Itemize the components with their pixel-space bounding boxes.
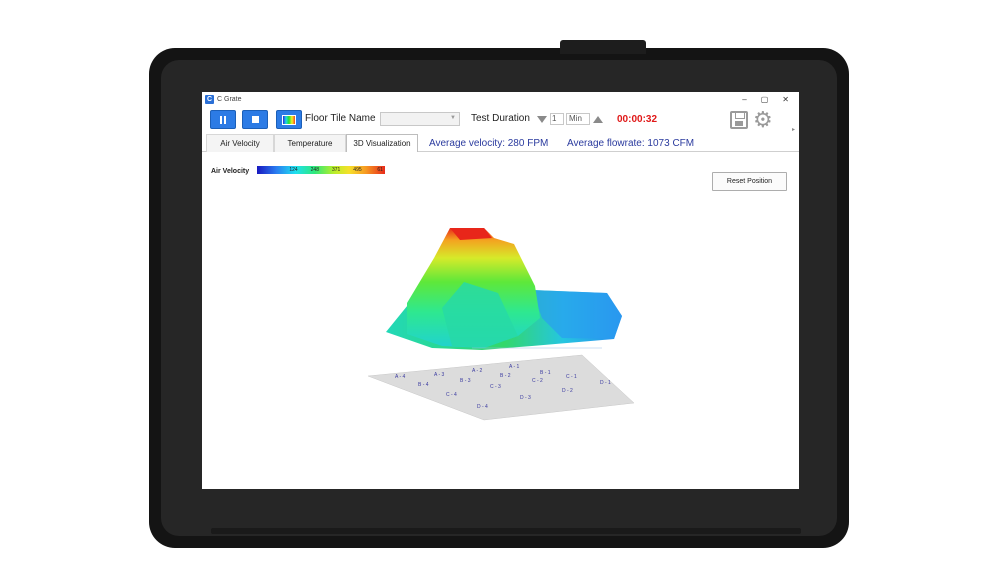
tablet-bottom-edge xyxy=(211,528,801,534)
average-velocity: Average velocity: 280 FPM xyxy=(429,138,549,149)
grid-cell-label: D - 3 xyxy=(520,395,531,401)
grid-cell-label: A - 3 xyxy=(434,372,445,378)
close-button[interactable]: ✕ xyxy=(782,95,789,104)
colorbar-tick: 371 xyxy=(331,167,341,173)
app-title: C Grate xyxy=(217,95,242,103)
app-window: C C Grate – ▢ ✕ Floor Tile Name ▼ Test D… xyxy=(202,92,799,489)
duration-decrease-icon[interactable] xyxy=(537,116,547,123)
velocity-colorbar: 124 248 371 495 61 xyxy=(257,166,385,174)
colorbar-tick: 495 xyxy=(353,167,362,173)
stop-button[interactable] xyxy=(242,110,268,129)
grid-cell-label: A - 4 xyxy=(395,374,406,380)
gear-icon[interactable]: ⚙ xyxy=(753,109,773,131)
toolbar: Floor Tile Name ▼ Test Duration 1 Min 00… xyxy=(202,108,799,133)
test-duration-label: Test Duration xyxy=(471,113,530,124)
3d-visualization-panel[interactable]: A - 1 B - 1 C - 1 D - 1 A - 2 B - 2 C - 2 D - 2… xyxy=(202,158,799,489)
grid-cell-label: D - 4 xyxy=(477,404,488,410)
grid-cell-label: C - 4 xyxy=(446,392,457,398)
save-icon[interactable] xyxy=(730,111,748,129)
grid-cell-label: B - 4 xyxy=(418,382,429,388)
app-logo-icon: C xyxy=(205,94,214,104)
stop-icon xyxy=(251,116,259,123)
tab-3d-visualization[interactable]: 3D Visualization xyxy=(346,134,418,152)
heatmap-icon xyxy=(282,114,296,125)
grid-cell-label: C - 3 xyxy=(490,384,501,390)
grid-cell-label: B - 3 xyxy=(460,378,471,384)
chevron-down-icon: ▼ xyxy=(450,115,456,121)
grid-cell-label: D - 2 xyxy=(562,388,573,394)
colorbar-tick: 61 xyxy=(377,167,383,173)
tab-temperature[interactable]: Temperature xyxy=(274,134,346,152)
heatmap-button[interactable] xyxy=(276,110,302,129)
legend-label: Air Velocity xyxy=(211,168,250,175)
floor-tile-label: Floor Tile Name xyxy=(305,113,376,124)
tablet-camera-bump xyxy=(560,40,646,54)
tab-air-velocity[interactable]: Air Velocity xyxy=(206,134,274,152)
duration-input[interactable]: 1 xyxy=(550,113,564,125)
pause-button[interactable] xyxy=(210,110,236,129)
grid-cell-label: A - 2 xyxy=(472,368,483,374)
tab-bar: Air Velocity Temperature 3D Visualizatio… xyxy=(202,134,799,152)
reset-position-button[interactable]: Reset Position xyxy=(712,172,787,191)
elapsed-timer: 00:00:32 xyxy=(617,114,658,125)
grid-cell-label: B - 2 xyxy=(500,373,511,379)
3d-surface-plot[interactable]: A - 1 B - 1 C - 1 D - 1 A - 2 B - 2 C - 2 D - 2… xyxy=(202,158,799,489)
window-controls: – ▢ ✕ xyxy=(742,95,789,104)
duration-increase-icon[interactable] xyxy=(593,116,603,123)
title-bar: C C Grate – ▢ ✕ xyxy=(202,92,799,106)
grid-cell-label: D - 1 xyxy=(600,380,611,386)
colorbar-tick: 248 xyxy=(310,167,319,173)
colorbar-tick xyxy=(257,166,278,174)
maximize-button[interactable]: ▢ xyxy=(761,95,769,104)
grid-cell-label: C - 2 xyxy=(532,378,543,384)
grid-cell-label: A - 1 xyxy=(509,364,520,370)
floor-tile-select[interactable]: ▼ xyxy=(380,112,460,126)
grid-cell-label: B - 1 xyxy=(540,370,551,376)
colorbar-tick: 124 xyxy=(289,167,298,173)
grid-cell-label: C - 1 xyxy=(566,374,577,380)
floor-grid-plane xyxy=(367,354,635,421)
average-flowrate: Average flowrate: 1073 CFM xyxy=(567,138,695,149)
minimize-button[interactable]: – xyxy=(742,95,746,104)
toolbar-overflow-icon[interactable]: ▸ xyxy=(792,126,795,133)
pause-icon xyxy=(220,115,226,124)
duration-unit-select[interactable]: Min xyxy=(566,113,590,125)
